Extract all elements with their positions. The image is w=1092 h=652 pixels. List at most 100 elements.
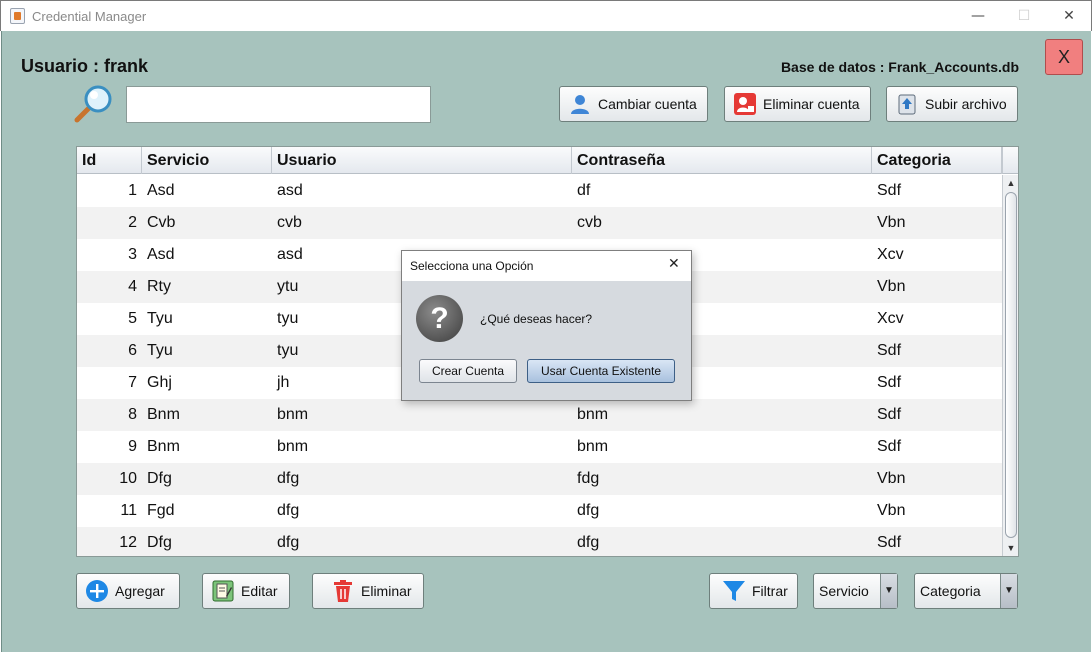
cell-servicio: Tyu <box>147 342 173 359</box>
cell-categoria: Xcv <box>877 310 904 327</box>
table-row[interactable]: 1 Asd asd df Sdf <box>77 175 1002 207</box>
filter-icon <box>722 579 746 603</box>
cell-categoria: Sdf <box>877 438 902 455</box>
upload-file-label: Subir archivo <box>925 96 1007 112</box>
cell-servicio: Bnm <box>147 406 180 423</box>
cell-id: 10 <box>119 470 137 487</box>
dialog-title: Selecciona una Opción <box>410 259 534 273</box>
service-combo[interactable]: Servicio ▼ <box>813 573 898 609</box>
question-icon: ? <box>416 295 463 342</box>
cell-servicio: Rty <box>147 278 171 295</box>
change-account-button[interactable]: Cambiar cuenta <box>559 86 708 122</box>
table-vertical-scrollbar[interactable]: ▲ ▼ <box>1002 175 1018 556</box>
edit-label: Editar <box>241 583 278 599</box>
column-header-categoria[interactable]: Categoria <box>872 147 1002 174</box>
dialog-message: ¿Qué deseas hacer? <box>480 312 593 326</box>
search-input[interactable] <box>126 86 431 123</box>
cell-categoria: Sdf <box>877 182 902 199</box>
cell-categoria: Vbn <box>877 214 906 231</box>
cell-id: 9 <box>128 438 137 455</box>
cell-categoria: Vbn <box>877 278 906 295</box>
cell-categoria: Sdf <box>877 342 902 359</box>
cell-contrasena: bnm <box>577 438 609 455</box>
search-icon[interactable] <box>72 83 118 125</box>
java-app-icon <box>10 8 25 24</box>
table-row[interactable]: 11 Fgd dfg dfg Vbn <box>77 495 1002 527</box>
edit-button[interactable]: Editar <box>202 573 290 609</box>
cell-id: 1 <box>128 182 137 199</box>
table-row[interactable]: 8 Bnm bnm bnm Sdf <box>77 399 1002 431</box>
add-button[interactable]: Agregar <box>76 573 180 609</box>
upload-file-button[interactable]: Subir archivo <box>886 86 1018 122</box>
cell-servicio: Cvb <box>147 214 176 231</box>
cell-id: 12 <box>119 534 137 551</box>
table-row[interactable]: 9 Bnm bnm bnm Sdf <box>77 431 1002 463</box>
upload-file-icon <box>895 92 919 116</box>
cell-servicio: Ghj <box>147 374 172 391</box>
use-existing-account-button[interactable]: Usar Cuenta Existente <box>527 359 675 383</box>
filter-label: Filtrar <box>752 583 788 599</box>
add-label: Agregar <box>115 583 165 599</box>
column-header-contrasena[interactable]: Contraseña <box>572 147 872 174</box>
cell-usuario: bnm <box>277 406 309 423</box>
category-combo[interactable]: Categoria ▼ <box>914 573 1018 609</box>
cell-id: 5 <box>128 310 137 327</box>
table-row[interactable]: 2 Cvb cvb cvb Vbn <box>77 207 1002 239</box>
delete-account-label: Eliminar cuenta <box>763 96 860 112</box>
chevron-down-icon[interactable]: ▼ <box>880 574 897 608</box>
maximize-button[interactable]: ☐ <box>1001 1 1047 32</box>
cell-id: 8 <box>128 406 137 423</box>
cell-id: 4 <box>128 278 137 295</box>
option-dialog: Selecciona una Opción ✕ ? ¿Qué deseas ha… <box>401 250 692 401</box>
exit-button[interactable]: X <box>1045 39 1083 75</box>
user-label: Usuario : frank <box>21 56 149 76</box>
column-header-usuario[interactable]: Usuario <box>272 147 572 174</box>
create-account-button[interactable]: Crear Cuenta <box>419 359 517 383</box>
cell-categoria: Sdf <box>877 374 902 391</box>
filter-button[interactable]: Filtrar <box>709 573 798 609</box>
trash-icon <box>331 579 355 603</box>
table-row[interactable]: 12 Dfg dfg dfg Sdf <box>77 527 1002 556</box>
delete-label: Eliminar <box>361 583 412 599</box>
column-header-servicio[interactable]: Servicio <box>142 147 272 174</box>
cell-contrasena: bnm <box>577 406 609 423</box>
scroll-down-arrow-icon[interactable]: ▼ <box>1003 541 1018 555</box>
category-combo-value: Categoria <box>920 583 981 599</box>
table-header: Id Servicio Usuario Contraseña Categoria <box>77 147 1002 174</box>
cell-contrasena: df <box>577 182 591 199</box>
cell-servicio: Asd <box>147 246 175 263</box>
window-title: Credential Manager <box>32 9 147 24</box>
cell-categoria: Sdf <box>877 534 902 551</box>
delete-account-button[interactable]: Eliminar cuenta <box>724 86 871 122</box>
chevron-down-icon[interactable]: ▼ <box>1000 574 1017 608</box>
cell-usuario: bnm <box>277 438 309 455</box>
delete-button[interactable]: Eliminar <box>312 573 424 609</box>
cell-usuario: dfg <box>277 534 300 551</box>
cell-usuario: dfg <box>277 502 300 519</box>
delete-user-icon <box>733 92 757 116</box>
table-header-corner <box>1002 147 1018 174</box>
cell-servicio: Dfg <box>147 534 172 551</box>
edit-icon <box>211 579 235 603</box>
close-window-button[interactable]: ✕ <box>1046 1 1092 32</box>
table-row[interactable]: 10 Dfg dfg fdg Vbn <box>77 463 1002 495</box>
cell-contrasena: fdg <box>577 470 600 487</box>
cell-servicio: Fgd <box>147 502 175 519</box>
cell-categoria: Xcv <box>877 246 904 263</box>
database-label: Base de datos : Frank_Accounts.db <box>780 59 1019 75</box>
cell-contrasena: dfg <box>577 502 600 519</box>
dialog-close-icon[interactable]: ✕ <box>668 256 680 272</box>
cell-categoria: Vbn <box>877 502 906 519</box>
minimize-button[interactable]: — <box>955 1 1001 32</box>
cell-id: 7 <box>128 374 137 391</box>
cell-usuario: asd <box>277 182 303 199</box>
change-account-label: Cambiar cuenta <box>598 96 697 112</box>
cell-usuario: cvb <box>277 214 302 231</box>
cell-id: 11 <box>120 502 137 519</box>
scroll-up-arrow-icon[interactable]: ▲ <box>1003 176 1018 190</box>
column-header-id[interactable]: Id <box>77 147 142 174</box>
cell-id: 6 <box>128 342 137 359</box>
scrollbar-thumb[interactable] <box>1005 192 1017 538</box>
cell-contrasena: cvb <box>577 214 602 231</box>
add-icon <box>85 579 109 603</box>
